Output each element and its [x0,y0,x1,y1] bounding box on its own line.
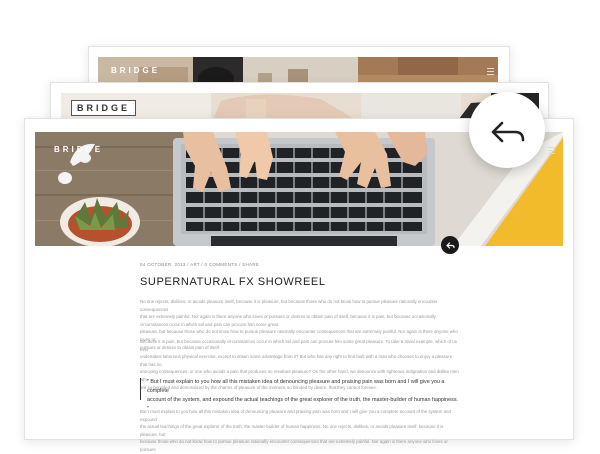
post-paragraph-line: undertakes laborious physical exercise, … [140,354,453,367]
back-brand-logo[interactable]: BRIDGE [111,66,160,75]
hamburger-menu-icon[interactable] [487,68,494,75]
back-arrow-icon [491,121,525,143]
back-button[interactable] [469,92,545,168]
post-paragraph-line: the actual teachings of the great explor… [140,424,444,437]
front-brand-logo[interactable]: BRIDGE [54,145,103,154]
quote-line: " But I must explain to you how all this… [147,379,445,394]
post-paragraph-line: because those who do not know how to pur… [140,439,448,452]
post-title[interactable]: SUPERNATURAL FX SHOWREEL [140,276,326,288]
post-paragraph-line: No one rejects, dislikes, or avoids plea… [140,299,438,312]
post-blockquote: " But I must explain to you how all this… [140,378,460,412]
post-paragraph-line: Because it is pain, but because occasion… [140,339,457,352]
post-paragraph-line: that are extremely painful. Nor again is… [140,314,436,327]
hamburger-menu-icon[interactable] [548,147,555,154]
middle-brand-logo[interactable]: BRIDGE [71,100,137,116]
post-paragraph-line: But I must explain to you how all this m… [140,409,451,422]
post-paragraph-3: But I must explain to you how all this m… [140,408,460,454]
post-meta: 04 OCTOBER, 2013 / ART / 0 COMMENTS / SH… [140,262,260,267]
back-arrow-icon [446,242,455,249]
small-back-button[interactable] [441,236,459,254]
